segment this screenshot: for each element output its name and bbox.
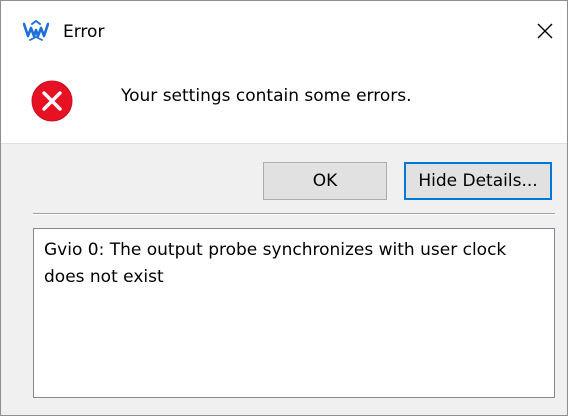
title-bar: Error xyxy=(1,1,567,63)
separator xyxy=(33,213,555,215)
ok-button[interactable]: OK xyxy=(263,162,387,200)
error-icon xyxy=(31,80,73,122)
gowin-logo-icon xyxy=(23,20,49,41)
error-dialog: Error Your settings contain some errors.… xyxy=(0,0,568,416)
dialog-title: Error xyxy=(63,22,105,42)
hide-details-button[interactable]: Hide Details... xyxy=(404,162,552,200)
message-area: Your settings contain some errors. xyxy=(1,63,567,143)
details-textbox[interactable]: Gvio 0: The output probe synchronizes wi… xyxy=(33,228,555,398)
close-button[interactable] xyxy=(527,13,563,49)
close-icon xyxy=(537,23,553,39)
button-panel: OK Hide Details... Gvio 0: The output pr… xyxy=(1,143,567,415)
error-message: Your settings contain some errors. xyxy=(121,86,412,106)
